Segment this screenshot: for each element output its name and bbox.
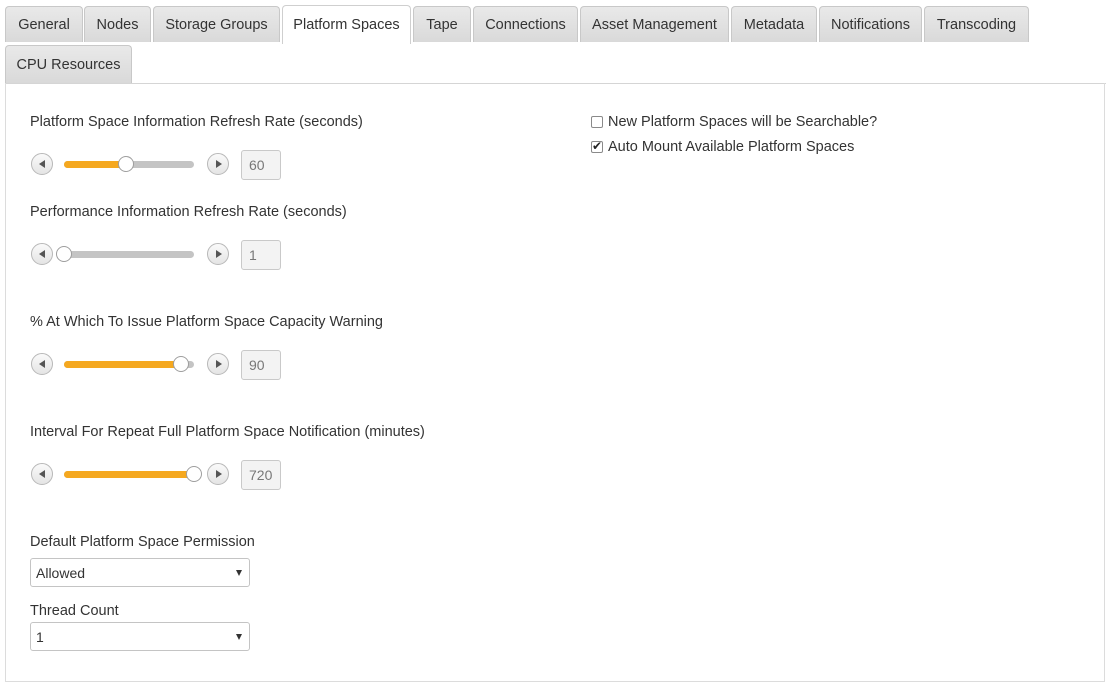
arrow-right-icon xyxy=(215,250,222,258)
refresh-rate-value: 60 xyxy=(241,150,281,180)
refresh-rate-increment-button[interactable] xyxy=(207,153,229,175)
performance-refresh-value: 1 xyxy=(241,240,281,270)
tab-label: Asset Management xyxy=(592,16,717,33)
default-permission-label: Default Platform Space Permission xyxy=(30,534,255,550)
arrow-right-icon xyxy=(215,160,222,168)
tab-label: CPU Resources xyxy=(16,56,121,73)
tab-storage-groups[interactable]: Storage Groups xyxy=(153,6,280,42)
performance-refresh-increment-button[interactable] xyxy=(207,243,229,265)
thread-count-label: Thread Count xyxy=(30,603,119,619)
capacity-warning-increment-button[interactable] xyxy=(207,353,229,375)
repeat-notification-increment-button[interactable] xyxy=(207,463,229,485)
settings-panel xyxy=(5,83,1105,682)
thread-count-value: 1 xyxy=(36,628,44,645)
checkmark-icon: ✔ xyxy=(592,139,603,153)
auto-mount-checkbox[interactable]: ✔ xyxy=(591,139,603,153)
tab-label: Metadata xyxy=(743,16,805,33)
arrow-left-icon xyxy=(38,470,45,478)
performance-refresh-slider[interactable] xyxy=(56,246,194,262)
capacity-warning-slider[interactable] xyxy=(64,356,194,372)
tab-bar: General Nodes Storage Groups Platform Sp… xyxy=(0,0,1113,84)
auto-mount-option[interactable]: ✔ Auto Mount Available Platform Spaces xyxy=(591,139,854,155)
tab-transcoding[interactable]: Transcoding xyxy=(924,6,1029,42)
tab-nodes[interactable]: Nodes xyxy=(84,6,151,42)
slider-handle[interactable] xyxy=(173,356,189,372)
repeat-notification-decrement-button[interactable] xyxy=(31,463,53,485)
caret-down-icon xyxy=(236,634,242,640)
caret-down-icon xyxy=(236,570,242,576)
repeat-notification-slider[interactable] xyxy=(64,466,202,482)
tab-label: Connections xyxy=(485,16,566,33)
tab-label: Nodes xyxy=(96,16,139,33)
tab-asset-management[interactable]: Asset Management xyxy=(580,6,729,42)
thread-count-select[interactable]: 1 xyxy=(30,622,250,651)
repeat-notification-value: 720 xyxy=(241,460,281,490)
slider-fill xyxy=(64,161,127,168)
arrow-left-icon xyxy=(38,250,45,258)
tab-label: Storage Groups xyxy=(165,16,268,33)
capacity-warning-value: 90 xyxy=(241,350,281,380)
searchable-label: New Platform Spaces will be Searchable? xyxy=(608,114,878,130)
tab-cpu-resources[interactable]: CPU Resources xyxy=(5,45,132,83)
tab-metadata[interactable]: Metadata xyxy=(731,6,817,42)
auto-mount-label: Auto Mount Available Platform Spaces xyxy=(608,139,855,155)
slider-handle[interactable] xyxy=(186,466,202,482)
tab-label: Notifications xyxy=(831,16,910,33)
tab-tape[interactable]: Tape xyxy=(413,6,471,42)
default-permission-select[interactable]: Allowed xyxy=(30,558,250,587)
tab-label: Platform Spaces xyxy=(293,17,400,33)
slider-handle[interactable] xyxy=(56,246,72,262)
slider-fill xyxy=(64,361,181,368)
tab-general[interactable]: General xyxy=(5,6,83,42)
slider-fill xyxy=(64,471,194,478)
performance-refresh-label: Performance Information Refresh Rate (se… xyxy=(30,204,347,220)
tab-connections[interactable]: Connections xyxy=(473,6,578,42)
repeat-notification-label: Interval For Repeat Full Platform Space … xyxy=(30,424,425,440)
tab-label: General xyxy=(18,16,70,33)
refresh-rate-slider[interactable] xyxy=(64,156,194,172)
tab-platform-spaces[interactable]: Platform Spaces xyxy=(282,5,411,44)
tab-notifications[interactable]: Notifications xyxy=(819,6,922,42)
arrow-right-icon xyxy=(215,360,222,368)
tab-label: Tape xyxy=(426,16,458,33)
capacity-warning-label: % At Which To Issue Platform Space Capac… xyxy=(30,314,383,330)
performance-refresh-decrement-button[interactable] xyxy=(31,243,53,265)
tab-label: Transcoding xyxy=(936,16,1017,33)
arrow-left-icon xyxy=(38,360,45,368)
searchable-option[interactable]: New Platform Spaces will be Searchable? xyxy=(591,114,877,130)
refresh-rate-label: Platform Space Information Refresh Rate … xyxy=(30,114,363,130)
searchable-checkbox[interactable] xyxy=(591,116,603,128)
arrow-right-icon xyxy=(215,470,222,478)
arrow-left-icon xyxy=(38,160,45,168)
capacity-warning-decrement-button[interactable] xyxy=(31,353,53,375)
default-permission-value: Allowed xyxy=(36,564,86,581)
refresh-rate-decrement-button[interactable] xyxy=(31,153,53,175)
